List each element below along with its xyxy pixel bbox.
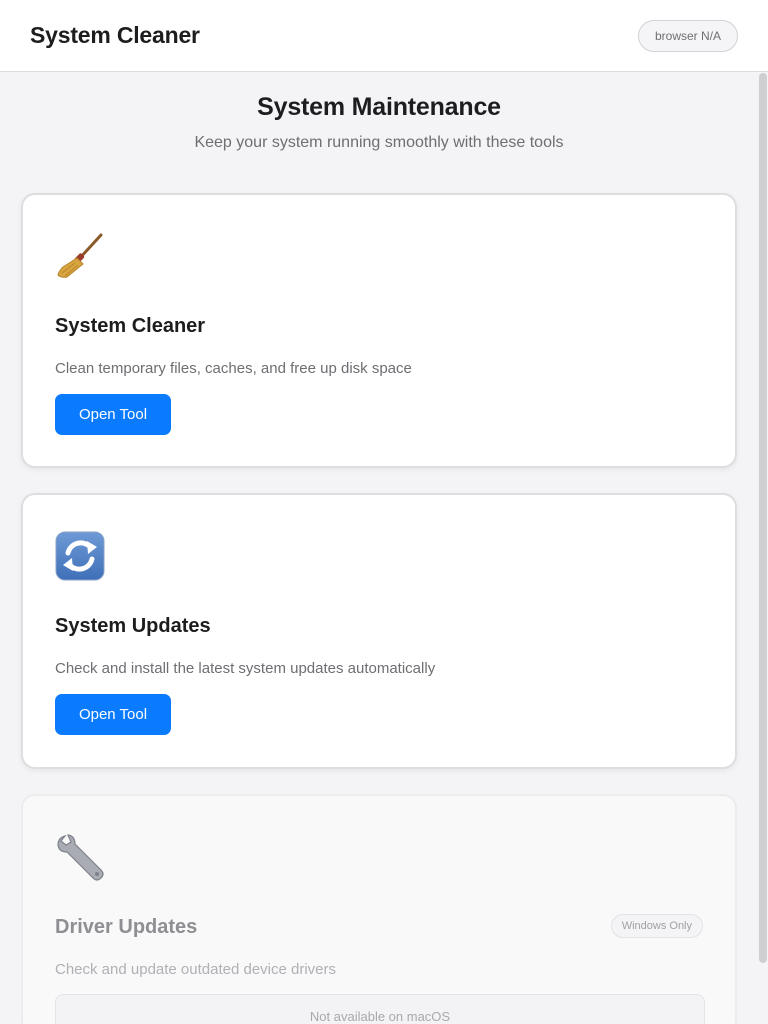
app-title: System Cleaner (30, 22, 200, 48)
tool-card-description: Check and update outdated device drivers (55, 961, 337, 978)
tool-card-system-updates: System Updates Check and install the lat… (21, 493, 737, 769)
scrollbar[interactable] (758, 73, 768, 1024)
tool-card-system-cleaner: System Cleaner Clean temporary files, ca… (21, 193, 737, 468)
open-system-updates-button[interactable]: Open Tool (55, 694, 171, 735)
browser-badge: browser N/A (637, 19, 738, 52)
page-subtitle: Keep your system running smoothly with t… (194, 134, 564, 151)
refresh-arrows-icon (55, 531, 107, 583)
top-bar: System Cleaner browser N/A (0, 0, 768, 72)
wrench-icon (55, 832, 107, 884)
scrollbar-thumb[interactable] (759, 73, 767, 963)
unavailable-notice: Not available on macOS (55, 994, 705, 1024)
tool-card-driver-updates: Driver Updates Windows Only Check and up… (21, 794, 737, 1024)
tool-card-title: Driver Updates (55, 916, 198, 938)
broom-icon (55, 231, 107, 283)
tool-card-title: System Updates (55, 615, 211, 637)
tool-card-title: System Cleaner (55, 315, 206, 337)
tool-card-description: Check and install the latest system upda… (55, 660, 436, 677)
tool-card-description: Clean temporary files, caches, and free … (55, 360, 412, 377)
windows-only-badge: Windows Only (610, 914, 703, 938)
page-title: System Maintenance (257, 93, 501, 121)
open-system-cleaner-button[interactable]: Open Tool (55, 394, 171, 435)
